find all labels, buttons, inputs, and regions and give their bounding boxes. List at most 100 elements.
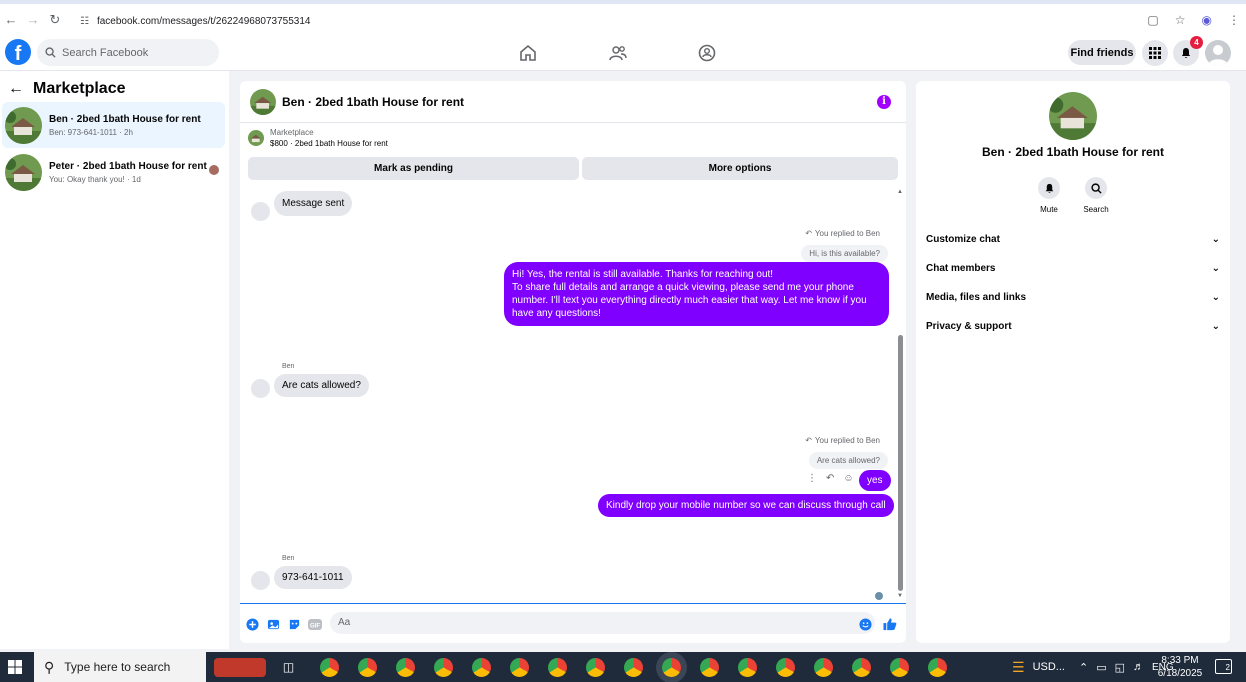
- food-widget-icon[interactable]: [214, 658, 266, 677]
- windows-start-icon[interactable]: [8, 660, 22, 674]
- profile-icon[interactable]: ◉: [1202, 13, 1212, 27]
- more-icon[interactable]: ⋮: [807, 473, 817, 484]
- chat-avatar[interactable]: [250, 88, 276, 115]
- notification-count: 2: [1225, 663, 1230, 672]
- thumbs-up-icon[interactable]: [883, 617, 897, 631]
- battery-icon[interactable]: ▭: [1096, 661, 1106, 674]
- sender-name: Ben: [282, 555, 295, 562]
- message-bubble-incoming[interactable]: 973-641-1011: [274, 566, 352, 589]
- volume-icon[interactable]: ♬: [1133, 661, 1144, 673]
- search-placeholder: Search Facebook: [62, 46, 149, 59]
- reply-note: You replied to Ben: [814, 229, 880, 238]
- chevron-down-icon: ⌄: [1211, 321, 1220, 332]
- customize-chat-section[interactable]: Customize chat ⌄: [926, 234, 1220, 245]
- back-icon[interactable]: ←: [0, 12, 22, 27]
- message-input-placeholder: Aa: [338, 617, 351, 628]
- chrome-icon[interactable]: [776, 658, 795, 677]
- browser-menu-icon[interactable]: ⋮: [1228, 13, 1240, 27]
- chat-scrollbar[interactable]: [898, 335, 903, 591]
- message-input[interactable]: Aa: [330, 612, 875, 634]
- forward-icon[interactable]: →: [22, 12, 44, 27]
- address-bar[interactable]: ☷ facebook.com/messages/t/26224968073755…: [74, 10, 1199, 32]
- reload-icon[interactable]: ↻: [44, 12, 66, 28]
- conversation-item-peter[interactable]: Peter · 2bed 1bath House for rent You: O…: [2, 149, 225, 195]
- install-app-icon[interactable]: ▢: [1147, 13, 1158, 27]
- chrome-icon[interactable]: [928, 658, 947, 677]
- taskbar-search-placeholder: Type here to search: [64, 660, 171, 674]
- emoji-icon[interactable]: [858, 617, 872, 631]
- media-files-section[interactable]: Media, files and links ⌄: [926, 292, 1220, 303]
- message-bubble-outgoing[interactable]: Kindly drop your mobile number so we can…: [598, 494, 894, 517]
- facebook-logo-icon[interactable]: f: [5, 39, 31, 65]
- chrome-icon[interactable]: [624, 658, 643, 677]
- reply-action-icon[interactable]: ↶: [826, 473, 834, 484]
- chrome-icon[interactable]: [738, 658, 757, 677]
- back-arrow-icon[interactable]: ←: [8, 80, 24, 98]
- taskbar-search[interactable]: ⚲ Type here to search: [34, 652, 206, 682]
- more-options-button[interactable]: More options: [582, 157, 898, 180]
- scroll-down-arrow[interactable]: ▼: [897, 593, 903, 599]
- mark-as-pending-button[interactable]: Mark as pending: [248, 157, 579, 180]
- message-bubble-outgoing[interactable]: Hi! Yes, the rental is still available. …: [504, 262, 889, 326]
- home-icon[interactable]: [518, 43, 538, 63]
- chevron-up-icon[interactable]: ⌃: [1079, 661, 1088, 674]
- chrome-icon[interactable]: [890, 658, 909, 677]
- info-icon[interactable]: i: [877, 95, 891, 109]
- chrome-icon[interactable]: [700, 658, 719, 677]
- notification-badge: 4: [1190, 36, 1203, 49]
- chrome-icon[interactable]: [396, 658, 415, 677]
- chat-title[interactable]: Ben · 2bed 1bath House for rent: [282, 95, 464, 109]
- facebook-search-input[interactable]: Search Facebook: [37, 39, 219, 66]
- chrome-icon[interactable]: [852, 658, 871, 677]
- search-icon: ⚲: [44, 658, 55, 675]
- reply-note: You replied to Ben: [814, 436, 880, 445]
- quoted-message[interactable]: Are cats allowed?: [808, 452, 888, 469]
- quoted-message[interactable]: Hi, is this available?: [801, 245, 888, 262]
- weather-icon[interactable]: ☰: [1012, 659, 1025, 676]
- friends-icon[interactable]: [608, 43, 628, 63]
- message-bubble-incoming[interactable]: Message sent: [274, 191, 353, 216]
- chrome-icon[interactable]: [548, 658, 567, 677]
- clock-time: 8:33 PM: [1161, 655, 1199, 666]
- chrome-icon[interactable]: [586, 658, 605, 677]
- account-avatar[interactable]: [1205, 40, 1231, 66]
- info-title: Ben · 2bed 1bath House for rent: [981, 145, 1165, 159]
- react-icon[interactable]: ☺: [843, 473, 853, 484]
- weather-text[interactable]: USD...: [1033, 661, 1065, 673]
- notifications-button[interactable]: 4: [1173, 36, 1203, 66]
- groups-icon[interactable]: [697, 43, 717, 63]
- action-center-icon[interactable]: 2: [1215, 659, 1232, 674]
- scroll-up-arrow[interactable]: ▲: [897, 189, 903, 195]
- conversation-item-ben[interactable]: Ben · 2bed 1bath House for rent Ben: 973…: [2, 102, 225, 148]
- plus-icon[interactable]: [245, 617, 259, 631]
- house-thumbnail: [5, 153, 42, 191]
- message-bubble-incoming[interactable]: Are cats allowed?: [274, 374, 369, 397]
- network-icon[interactable]: ◱: [1115, 661, 1125, 674]
- taskbar-clock[interactable]: 8:33 PM 6/18/2025: [1157, 654, 1203, 680]
- task-view-icon[interactable]: ◫: [279, 658, 298, 677]
- chat-members-section[interactable]: Chat members ⌄: [926, 263, 1220, 274]
- gif-icon[interactable]: GIF: [308, 617, 322, 631]
- sticker-icon[interactable]: [287, 617, 301, 631]
- chrome-icon-active[interactable]: [662, 658, 681, 677]
- message-bubble-outgoing[interactable]: yes: [859, 470, 891, 491]
- search-in-chat-button[interactable]: Search: [1076, 177, 1116, 214]
- default-avatar-icon: [1208, 45, 1228, 66]
- marketplace-header: ← Marketplace: [8, 80, 126, 98]
- mute-button[interactable]: Mute: [1029, 177, 1069, 214]
- find-friends-button[interactable]: Find friends: [1068, 40, 1136, 65]
- chrome-icon[interactable]: [434, 658, 453, 677]
- chevron-down-icon: ⌄: [1211, 234, 1220, 245]
- bookmark-star-icon[interactable]: ☆: [1175, 13, 1186, 27]
- chrome-icon[interactable]: [510, 658, 529, 677]
- menu-grid-button[interactable]: [1142, 40, 1168, 66]
- chrome-icon[interactable]: [472, 658, 491, 677]
- listing-summary[interactable]: Marketplace $800 · 2bed 1bath House for …: [248, 128, 388, 148]
- message-composer: GIF Aa: [240, 603, 906, 643]
- site-settings-icon[interactable]: ☷: [80, 16, 89, 27]
- chrome-icon[interactable]: [320, 658, 339, 677]
- chrome-icon[interactable]: [814, 658, 833, 677]
- privacy-support-section[interactable]: Privacy & support ⌄: [926, 321, 1220, 332]
- photo-icon[interactable]: [266, 617, 280, 631]
- chrome-icon[interactable]: [358, 658, 377, 677]
